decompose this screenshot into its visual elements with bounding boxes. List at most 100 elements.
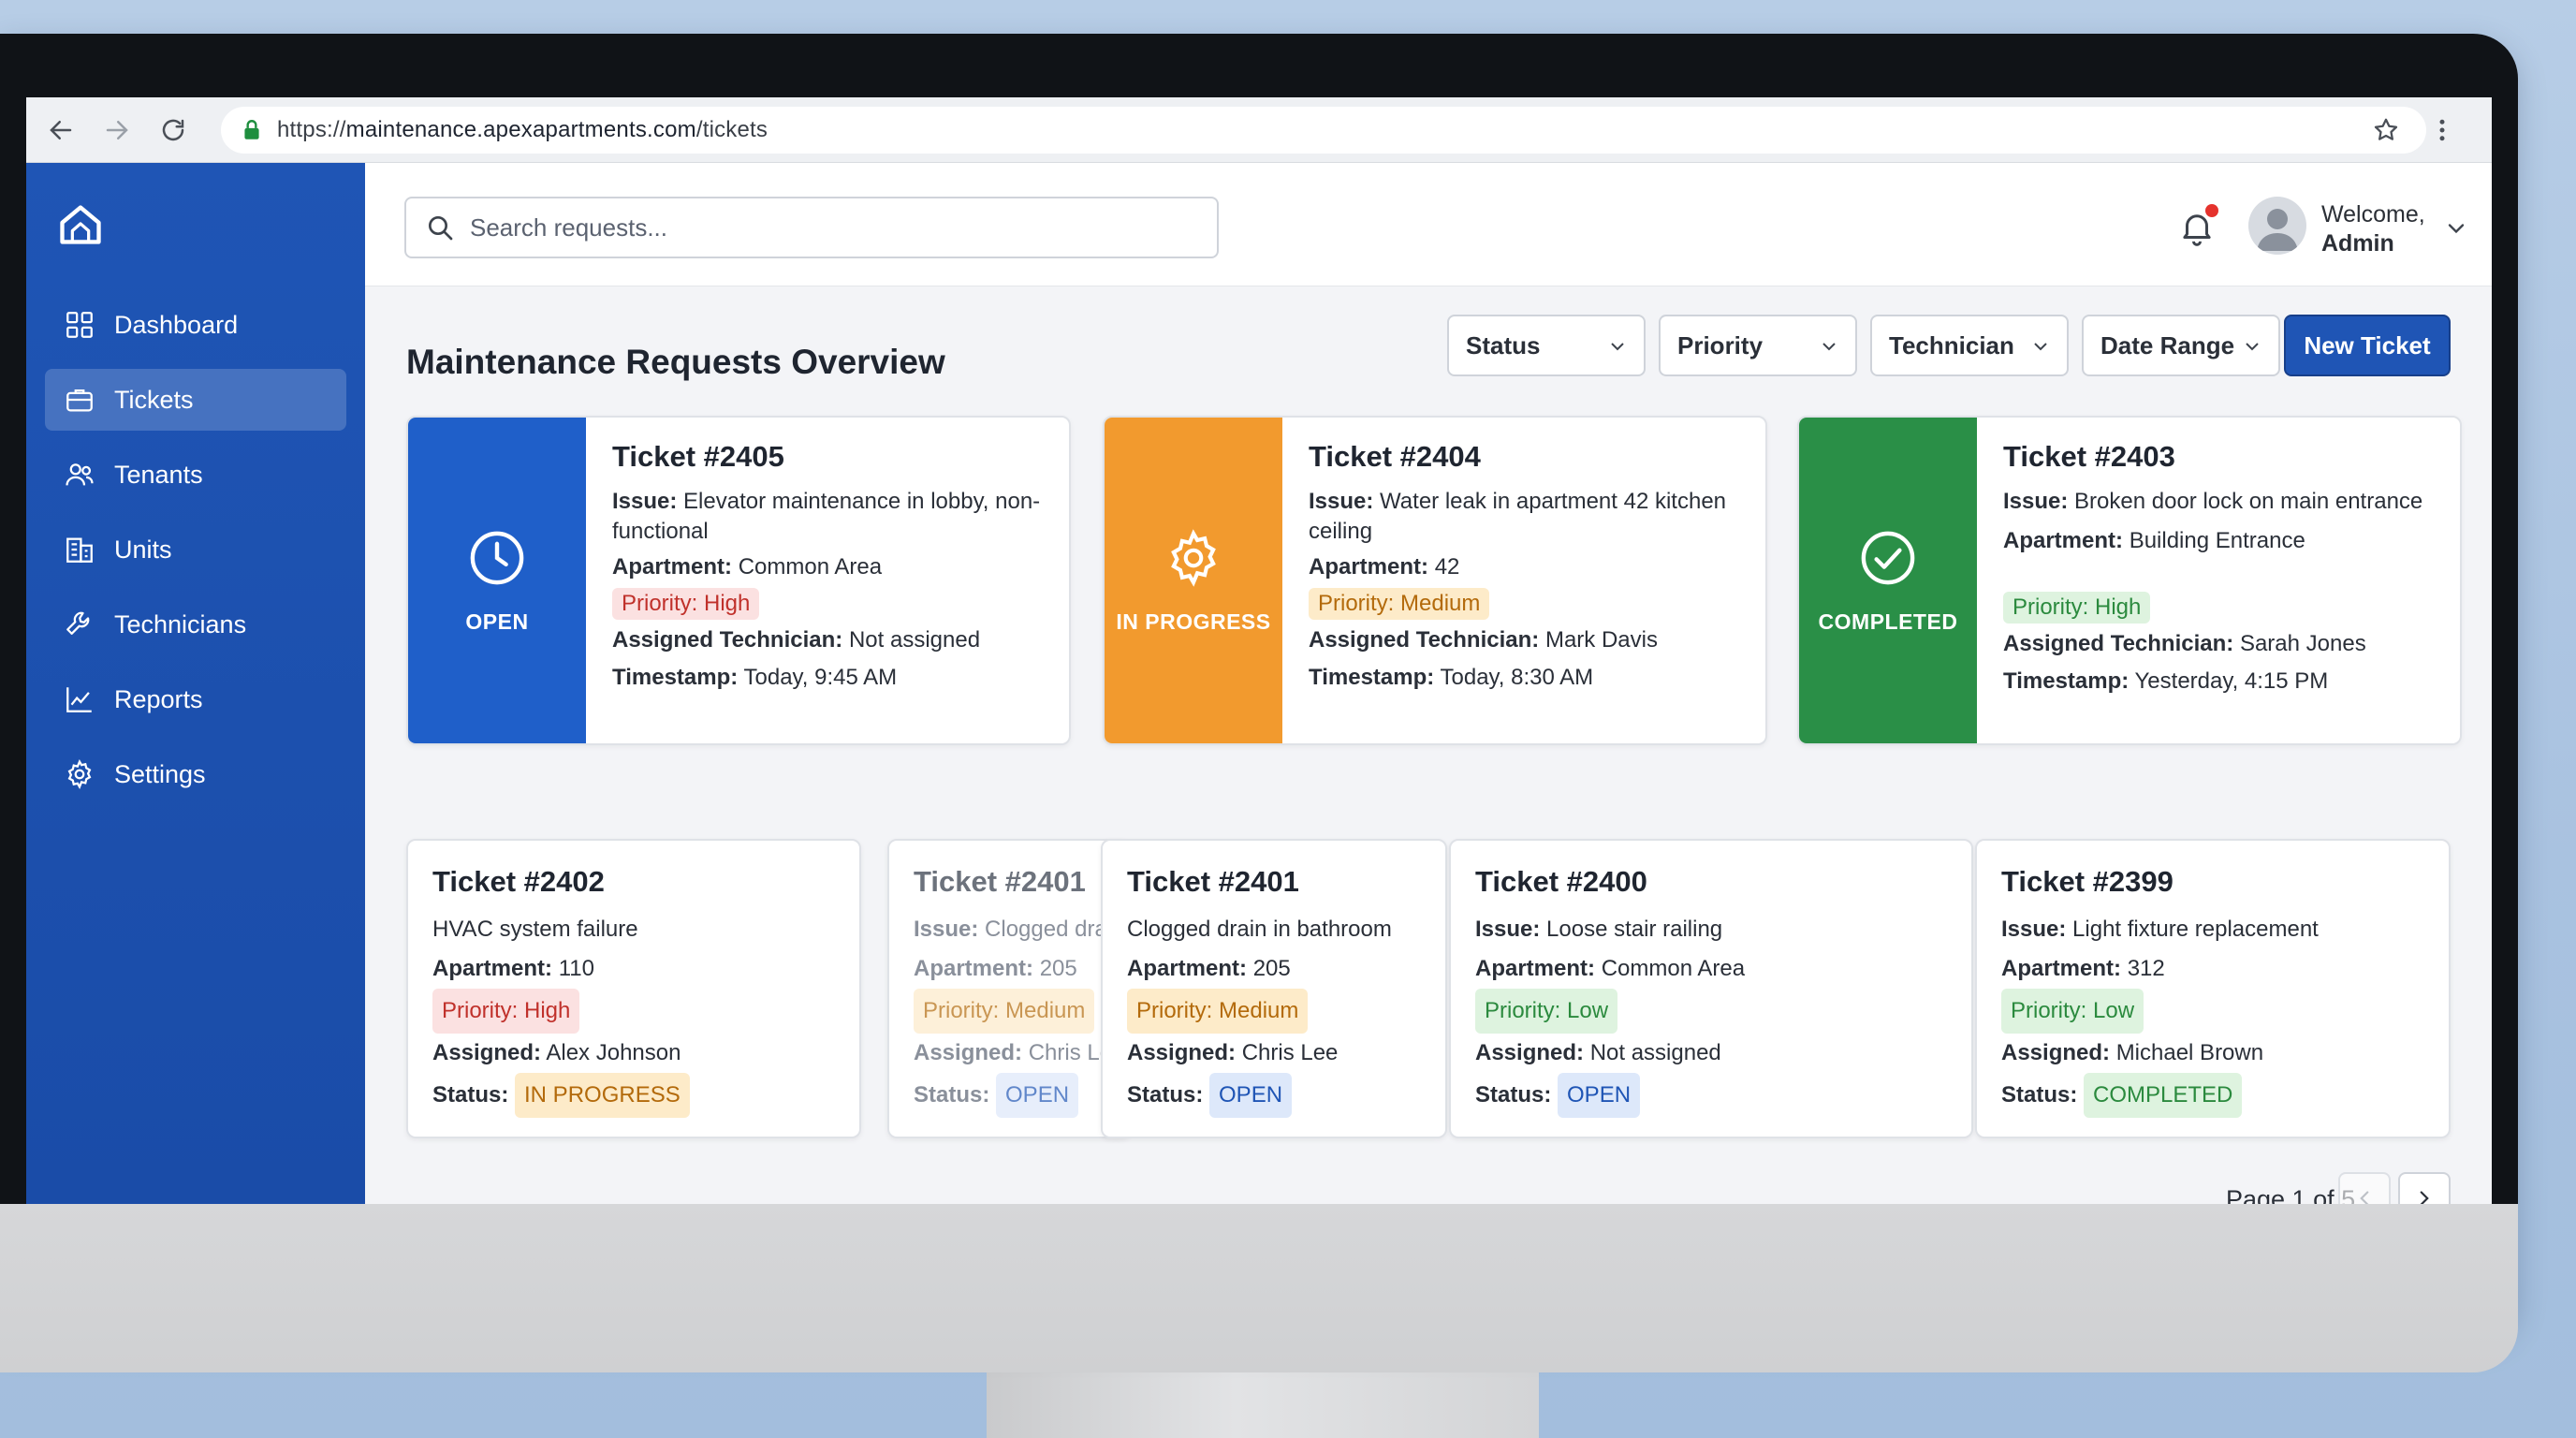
- chart-icon: [66, 687, 92, 712]
- priority-badge: Priority: Medium: [1309, 588, 1490, 620]
- url-path: /tickets: [695, 117, 768, 142]
- chevron-down-icon[interactable]: [2443, 215, 2469, 242]
- forward-button[interactable]: [95, 109, 139, 152]
- timestamp-value: Today, 9:45 AM: [743, 665, 898, 690]
- issue-line: Issue: Light fixture replacement: [2001, 910, 2449, 949]
- ticket-card-featured[interactable]: OPEN Ticket #2405 Issue: Elevator mainte…: [406, 416, 1071, 745]
- sidebar-item-settings[interactable]: Settings: [45, 743, 346, 805]
- ticket-card-featured[interactable]: IN PROGRESS Ticket #2404 Issue: Water le…: [1103, 416, 1767, 745]
- status-line: Status: IN PROGRESS: [432, 1073, 859, 1118]
- sidebar-item-units[interactable]: Units: [45, 519, 346, 580]
- url-prefix: https://: [277, 117, 346, 142]
- filter-label: Technician: [1889, 330, 2014, 360]
- technician-value: Mark Davis: [1544, 627, 1658, 653]
- sidebar-item-label: Reports: [114, 684, 203, 713]
- apartment-line: Apartment: 110: [432, 949, 859, 989]
- previous-page-button[interactable]: [2338, 1172, 2391, 1204]
- filter-label: Date Range: [2100, 330, 2235, 360]
- reload-button[interactable]: [152, 109, 195, 152]
- timestamp-label: Timestamp:: [2003, 668, 2130, 694]
- assigned-value: Michael Brown: [2115, 1040, 2264, 1065]
- technician-filter-dropdown[interactable]: Technician: [1870, 315, 2069, 376]
- ticket-title: Ticket #2399: [2001, 865, 2174, 898]
- ticket-card[interactable]: Ticket #2402 HVAC system failure Apartme…: [406, 839, 861, 1138]
- status-badge: OPEN: [996, 1073, 1079, 1118]
- status-label: Status:: [2001, 1082, 2078, 1108]
- assigned-line: Assigned: Chris Le: [914, 1034, 1129, 1073]
- priority-filter-dropdown[interactable]: Priority: [1659, 315, 1857, 376]
- people-icon: [66, 463, 94, 486]
- assigned-label: Assigned:: [1475, 1040, 1585, 1065]
- assigned-value: Chris Le: [1028, 1040, 1113, 1065]
- issue-value: Clogged dra: [985, 917, 1107, 942]
- apartment-label: Apartment:: [1309, 554, 1429, 580]
- next-page-button[interactable]: [2398, 1172, 2451, 1204]
- sidebar-item-dashboard[interactable]: Dashboard: [45, 294, 346, 356]
- sidebar-item-tenants[interactable]: Tenants: [45, 444, 346, 506]
- date-range-filter-dropdown[interactable]: Date Range: [2082, 315, 2280, 376]
- chevron-down-icon: [1822, 343, 1836, 351]
- apartment-value: Common Area: [738, 554, 883, 580]
- status-badge: IN PROGRESS: [515, 1073, 690, 1118]
- search-box: [404, 197, 1219, 258]
- chevron-right-icon: [2420, 1191, 2429, 1204]
- issue-value: Loose stair railing: [1546, 917, 1723, 942]
- technician-value: Not assigned: [848, 627, 981, 653]
- status-filter-dropdown[interactable]: Status: [1447, 315, 1646, 376]
- filter-label: Priority: [1677, 330, 1764, 360]
- timestamp-value: Today, 8:30 AM: [1440, 665, 1594, 690]
- priority-badge: Priority: Low: [2001, 989, 2144, 1034]
- status-panel-open: OPEN: [408, 418, 586, 743]
- new-ticket-button[interactable]: New Ticket: [2284, 315, 2451, 376]
- building-icon: [66, 537, 93, 563]
- avatar[interactable]: [2248, 197, 2306, 255]
- apartment-value: 110: [558, 956, 594, 981]
- browser-toolbar: https://maintenance.apexapartments.com/t…: [26, 97, 2492, 163]
- ticket-card[interactable]: Ticket #2399 Issue: Light fixture replac…: [1975, 839, 2451, 1138]
- apartment-label: Apartment:: [1475, 956, 1596, 981]
- issue-line: Issue: Water leak in apartment 42 kitche…: [1309, 487, 1749, 547]
- home-logo-icon[interactable]: [56, 200, 105, 249]
- user-greeting[interactable]: Welcome, Admin: [2321, 200, 2425, 258]
- assigned-label: Assigned:: [1127, 1040, 1237, 1065]
- url-text: https://maintenance.apexapartments.com/t…: [277, 117, 768, 143]
- status-label: IN PROGRESS: [1116, 609, 1271, 634]
- sidebar-item-tickets[interactable]: Tickets: [45, 369, 346, 431]
- priority-line: Priority: Low: [1475, 989, 1971, 1034]
- ticket-card-featured[interactable]: COMPLETED Ticket #2403 Issue: Broken doo…: [1797, 416, 2462, 745]
- status-panel-completed: COMPLETED: [1799, 418, 1977, 743]
- status-badge: OPEN: [1209, 1073, 1293, 1118]
- issue-line: Issue: Elevator maintenance in lobby, no…: [612, 487, 1052, 547]
- priority-badge: Priority: High: [612, 588, 760, 620]
- notification-dot: [2205, 204, 2218, 217]
- assigned-line: Assigned: Not assigned: [1475, 1034, 1971, 1073]
- status-line: Status: OPEN: [1475, 1073, 1971, 1118]
- apartment-line: Apartment: 42: [1309, 552, 1749, 582]
- ticket-card[interactable]: Ticket #2400 Issue: Loose stair railing …: [1449, 839, 1973, 1138]
- more-options-icon[interactable]: [2428, 116, 2456, 144]
- ticket-card-overlapped[interactable]: Ticket #2401 Issue: Clogged dra Apartmen…: [887, 839, 1131, 1138]
- priority-badge: Priority: Medium: [1127, 989, 1309, 1034]
- briefcase-icon: [66, 389, 93, 412]
- apartment-value: Common Area: [1601, 956, 1746, 981]
- search-input[interactable]: [470, 213, 1181, 242]
- ticket-card[interactable]: Ticket #2401 Clogged drain in bathroom A…: [1101, 839, 1447, 1138]
- status-line: Status: OPEN: [914, 1073, 1129, 1118]
- apartment-value: 312: [2127, 956, 2165, 981]
- assigned-value: Chris Lee: [1241, 1040, 1339, 1065]
- monitor: https://maintenance.apexapartments.com/t…: [0, 34, 2518, 1372]
- issue-value: Broken door lock on main entrance: [2074, 489, 2423, 514]
- apartment-value: Building Entrance: [2129, 528, 2305, 553]
- clock-icon: [470, 531, 524, 584]
- apartment-line: Apartment: Building Entrance: [2003, 526, 2443, 556]
- priority-line: Priority: Low: [2001, 989, 2449, 1034]
- technician-line: Assigned Technician: Sarah Jones: [2003, 629, 2443, 659]
- bookmark-star-icon[interactable]: [2372, 116, 2400, 144]
- back-button[interactable]: [39, 109, 82, 152]
- sidebar-item-reports[interactable]: Reports: [45, 668, 346, 730]
- timestamp-label: Timestamp:: [1309, 665, 1435, 690]
- address-bar[interactable]: https://maintenance.apexapartments.com/t…: [221, 107, 2426, 154]
- issue-value: Clogged drain in bathroom: [1127, 917, 1392, 942]
- apartment-value: 205: [1252, 956, 1291, 981]
- sidebar-item-technicians[interactable]: Technicians: [45, 594, 346, 655]
